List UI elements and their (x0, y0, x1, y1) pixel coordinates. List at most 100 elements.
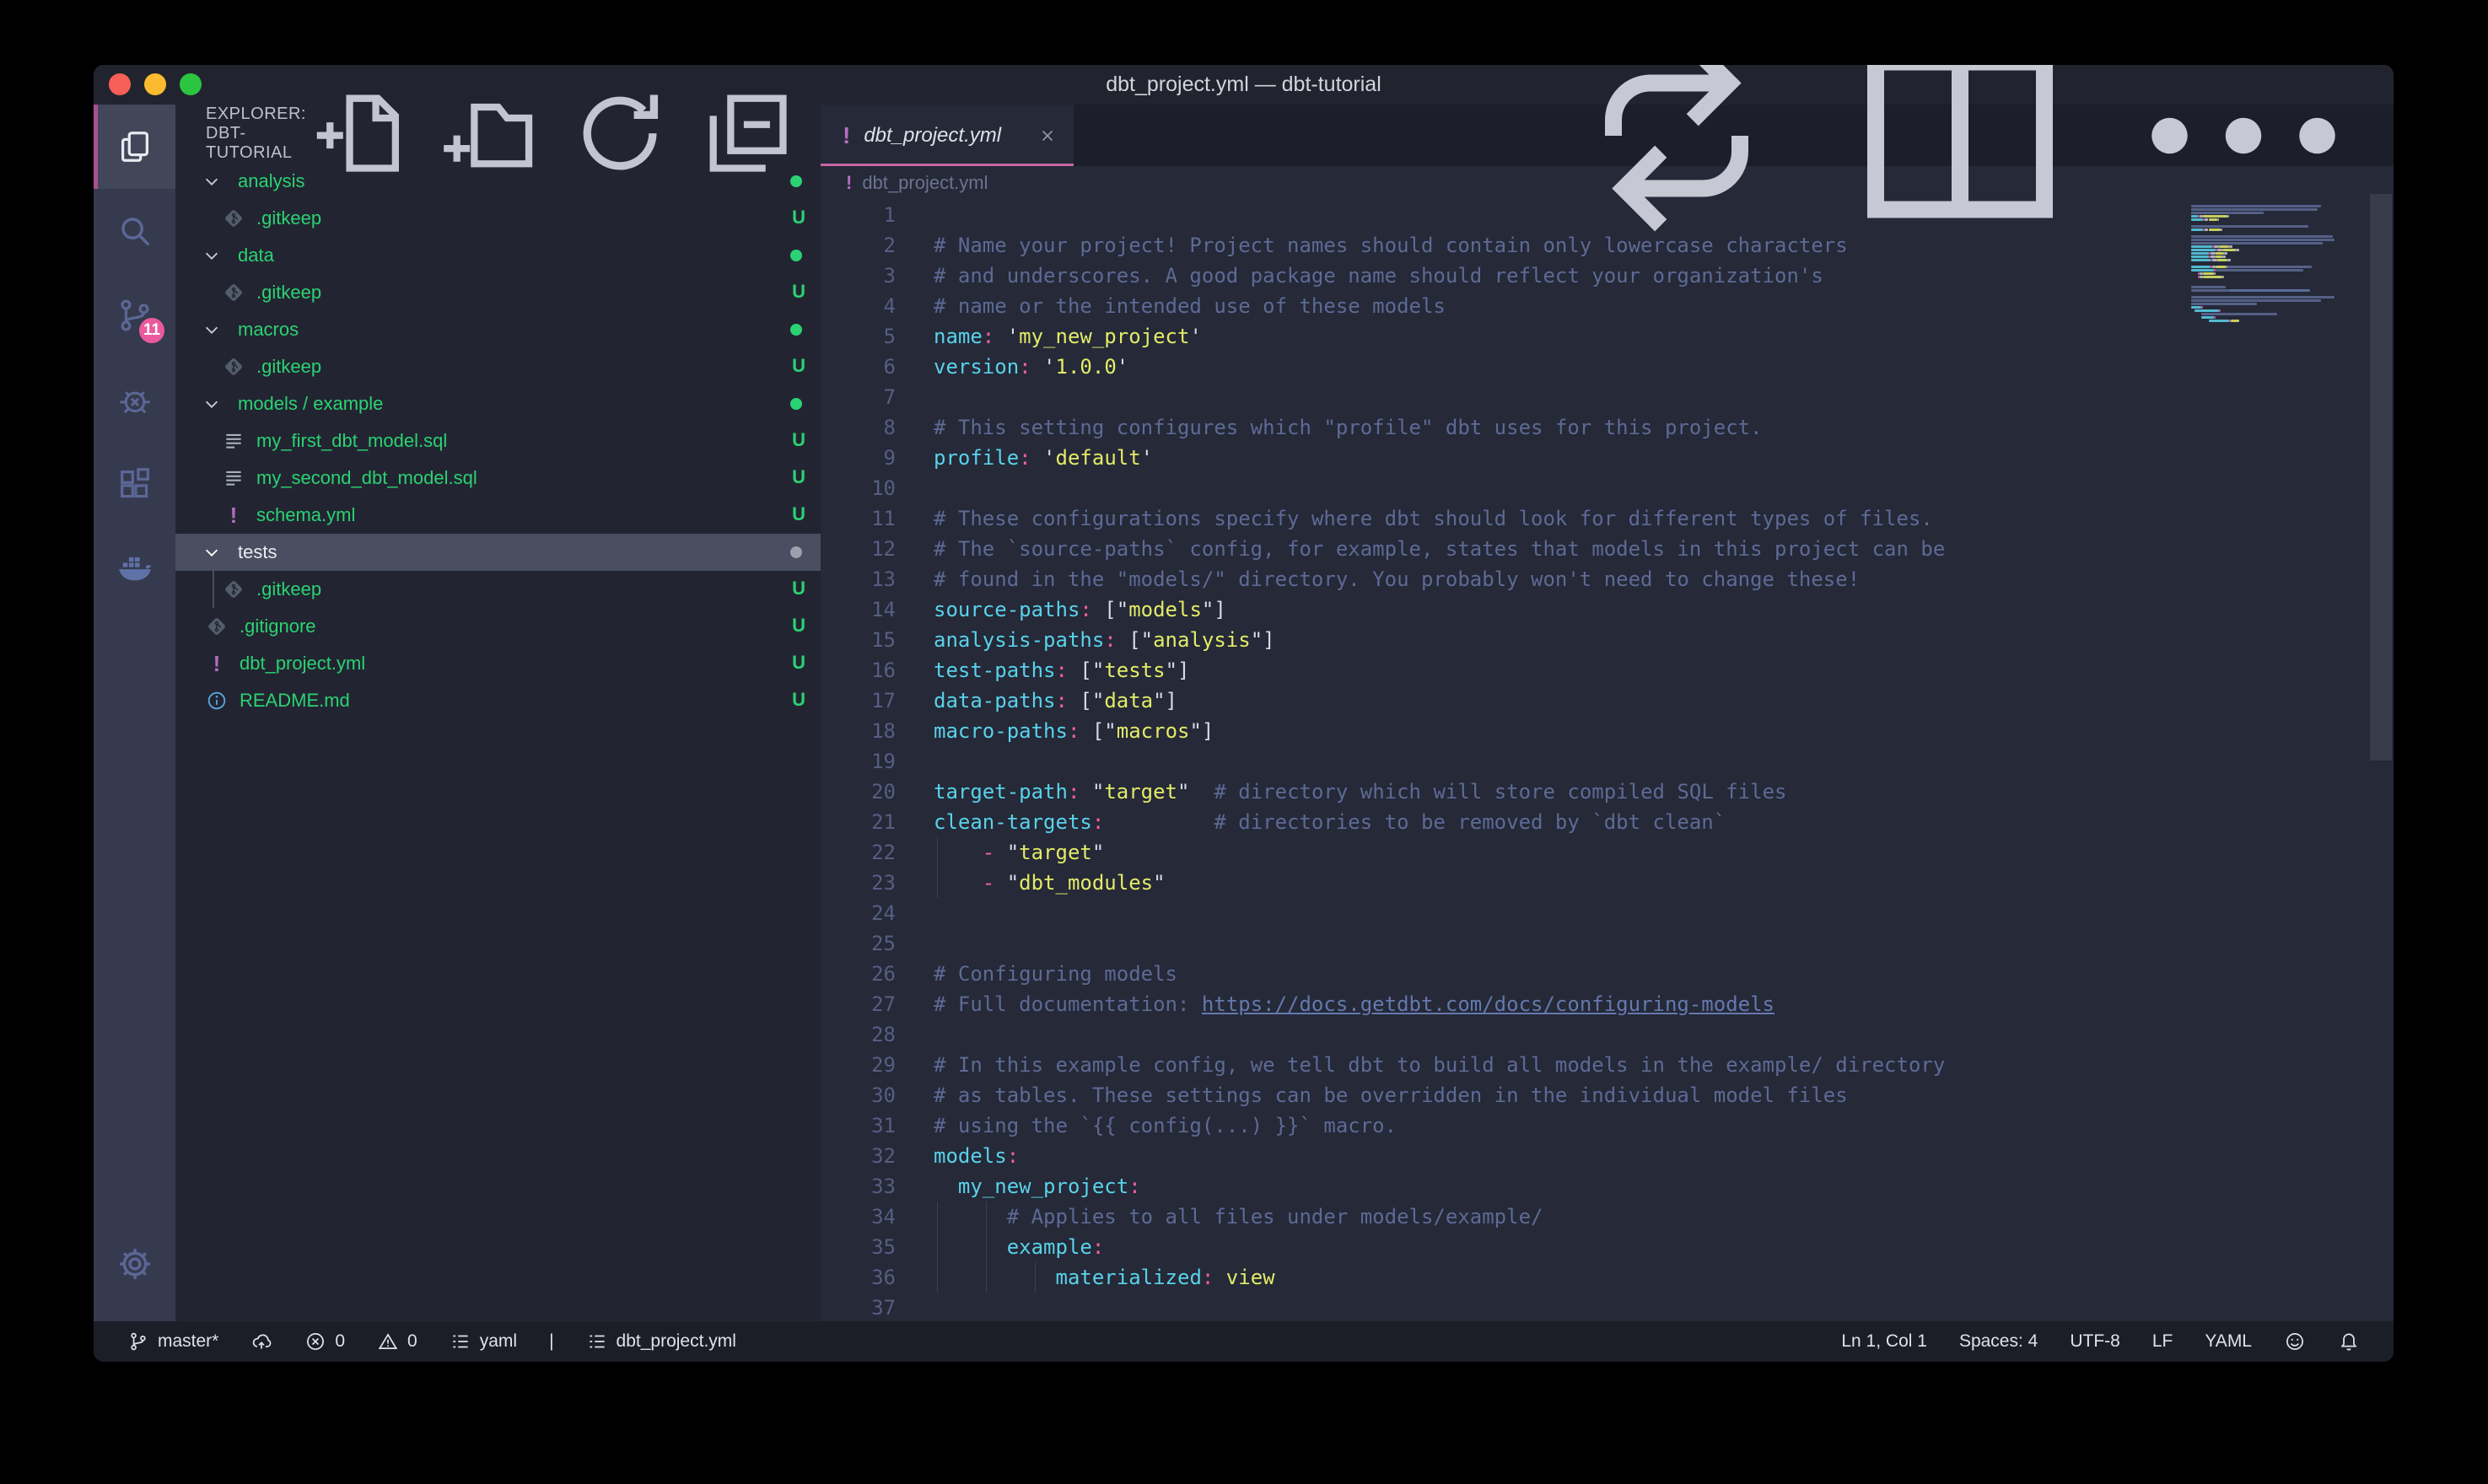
code-token: : (983, 325, 994, 348)
code-token: : (1128, 1175, 1140, 1198)
minimap-line (2203, 272, 2213, 275)
tree-item--gitkeep[interactable]: .gitkeepU (175, 200, 821, 237)
code-link[interactable]: https://docs.getdbt.com/docs/configuring… (1202, 992, 1774, 1016)
activity-item-extensions[interactable] (94, 442, 175, 526)
code-token: 1.0.0 (1056, 355, 1117, 379)
tree-item-macros[interactable]: macros (175, 311, 821, 348)
code-token: target-path (934, 780, 1068, 804)
tree-item-schema-yml[interactable]: !schema.ymlU (175, 497, 821, 534)
code-text: - "target" (934, 837, 1104, 868)
scrollbar-thumb[interactable] (2370, 194, 2392, 761)
minimap[interactable] (2186, 200, 2355, 1321)
vscode-window: dbt_project.yml — dbt-tutorial 11 EXPLOR… (94, 65, 2394, 1362)
tree-item-data[interactable]: data (175, 237, 821, 274)
code-token: : (1007, 1144, 1019, 1168)
status-right-spaces-4[interactable]: Spaces: 4 (1959, 1331, 2038, 1352)
git-icon (223, 356, 245, 378)
code-token: - (983, 871, 994, 895)
yaml-warning-icon: ! (843, 125, 850, 147)
code-token: name (934, 325, 983, 348)
minimap-line (2229, 289, 2310, 292)
tree-item-my-first-dbt-model-sql[interactable]: my_first_dbt_model.sqlU (175, 422, 821, 460)
code-token: : (1019, 355, 1031, 379)
activity-item-docker[interactable] (94, 526, 175, 610)
tree-item-tests[interactable]: tests (175, 534, 821, 571)
line-number: 19 (821, 746, 896, 777)
settings-gear-icon[interactable] (94, 1222, 175, 1306)
code-token: ' (1189, 325, 1201, 348)
code-text: # using the `{{ config(...) }}` macro. (934, 1110, 1397, 1141)
code-text: - "dbt_modules" (934, 868, 1166, 898)
minimap-line (2201, 306, 2203, 309)
minimap-line (2191, 252, 2209, 255)
line-number: 25 (821, 928, 896, 959)
activity-item-search[interactable] (94, 189, 175, 273)
branch-icon (127, 1331, 149, 1352)
tree-item--gitignore[interactable]: .gitignoreU (175, 608, 821, 645)
status-left-list-checks[interactable]: yaml (450, 1331, 517, 1352)
code-line-11: 11# These configurations specify where d… (821, 503, 2355, 534)
status-left-warning-triangle[interactable]: 0 (377, 1331, 417, 1352)
code-token: " (1177, 780, 1189, 804)
status-left-branch[interactable]: master* (127, 1331, 218, 1352)
minimap-line (2212, 259, 2217, 261)
code-token: models (934, 1144, 1007, 1168)
activity-item-debug[interactable] (94, 358, 175, 442)
git-untracked-badge: U (792, 503, 805, 525)
code-text: name: 'my_new_project' (934, 321, 1202, 352)
status-right-bell[interactable] (2338, 1331, 2360, 1352)
status-left-error-circle[interactable]: 0 (304, 1331, 345, 1352)
minimap-line (2203, 276, 2222, 278)
code-line-29: 29# In this example config, we tell dbt … (821, 1050, 2355, 1080)
status-label: YAML (2205, 1331, 2252, 1352)
chevron-down-icon (202, 395, 221, 413)
sql-icon (223, 430, 245, 452)
line-number: 9 (821, 443, 896, 473)
status-left-list-checks[interactable]: dbt_project.yml (586, 1331, 736, 1352)
minimap-line (2191, 212, 2264, 214)
tree-item--gitkeep[interactable]: .gitkeepU (175, 348, 821, 385)
tree-item--gitkeep[interactable]: .gitkeepU (175, 571, 821, 608)
tree-item-my-second-dbt-model-sql[interactable]: my_second_dbt_model.sqlU (175, 460, 821, 497)
status-right-yaml[interactable]: YAML (2205, 1331, 2252, 1352)
tree-item-models-example[interactable]: models / example (175, 385, 821, 422)
code-line-17: 17data-paths: ["data"] (821, 686, 2355, 716)
minimap-line (2227, 259, 2231, 261)
minimize-window-button[interactable] (144, 73, 166, 95)
code-token: : (1104, 628, 1116, 652)
cloud-upload-icon (250, 1331, 272, 1352)
code-line-13: 13# found in the "models/" directory. Yo… (821, 564, 2355, 594)
minimap-line (2216, 266, 2226, 268)
zoom-window-button[interactable] (180, 73, 202, 95)
tree-indent-guide (213, 571, 214, 608)
activity-item-explorer[interactable] (94, 105, 175, 189)
status-right-smiley[interactable] (2284, 1331, 2306, 1352)
tree-item-dbt-project-yml[interactable]: !dbt_project.ymlU (175, 645, 821, 682)
tree-item-analysis[interactable]: analysis (175, 163, 821, 200)
status-bar: master* 0 0 yaml | dbt_project.yml Ln 1, Col … (94, 1321, 2394, 1362)
tree-item-readme-md[interactable]: README.mdU (175, 682, 821, 719)
status-label: yaml (480, 1331, 517, 1352)
code-editor[interactable]: 12# Name your project! Project names sho… (821, 200, 2355, 1321)
editor-scrollbar[interactable] (2368, 194, 2394, 1317)
code-token: " (1092, 841, 1104, 864)
code-token: analysis-paths (934, 628, 1104, 652)
line-number: 27 (821, 989, 896, 1019)
status-right-utf-8[interactable]: UTF-8 (2070, 1331, 2120, 1352)
minimap-line (2191, 306, 2201, 309)
code-text: # Configuring models (934, 959, 1177, 989)
status-right-lf[interactable]: LF (2152, 1331, 2173, 1352)
status-left--[interactable]: | (549, 1331, 553, 1352)
code-token: analysis (1153, 628, 1251, 652)
tree-item--gitkeep[interactable]: .gitkeepU (175, 274, 821, 311)
yaml-warning-icon: ! (223, 504, 245, 526)
status-left-cloud-upload[interactable] (250, 1331, 272, 1352)
close-window-button[interactable] (109, 73, 131, 95)
minimap-line (2217, 218, 2219, 221)
tab-close-icon[interactable] (1038, 126, 1057, 145)
status-right-ln-1-col-1[interactable]: Ln 1, Col 1 (1841, 1331, 1927, 1352)
activity-item-source-control[interactable]: 11 (94, 273, 175, 358)
tab-dbt-project-yml[interactable]: ! dbt_project.yml (821, 105, 1074, 166)
docker-icon (116, 549, 154, 588)
code-token: # This setting configures which "profile… (934, 416, 1763, 439)
